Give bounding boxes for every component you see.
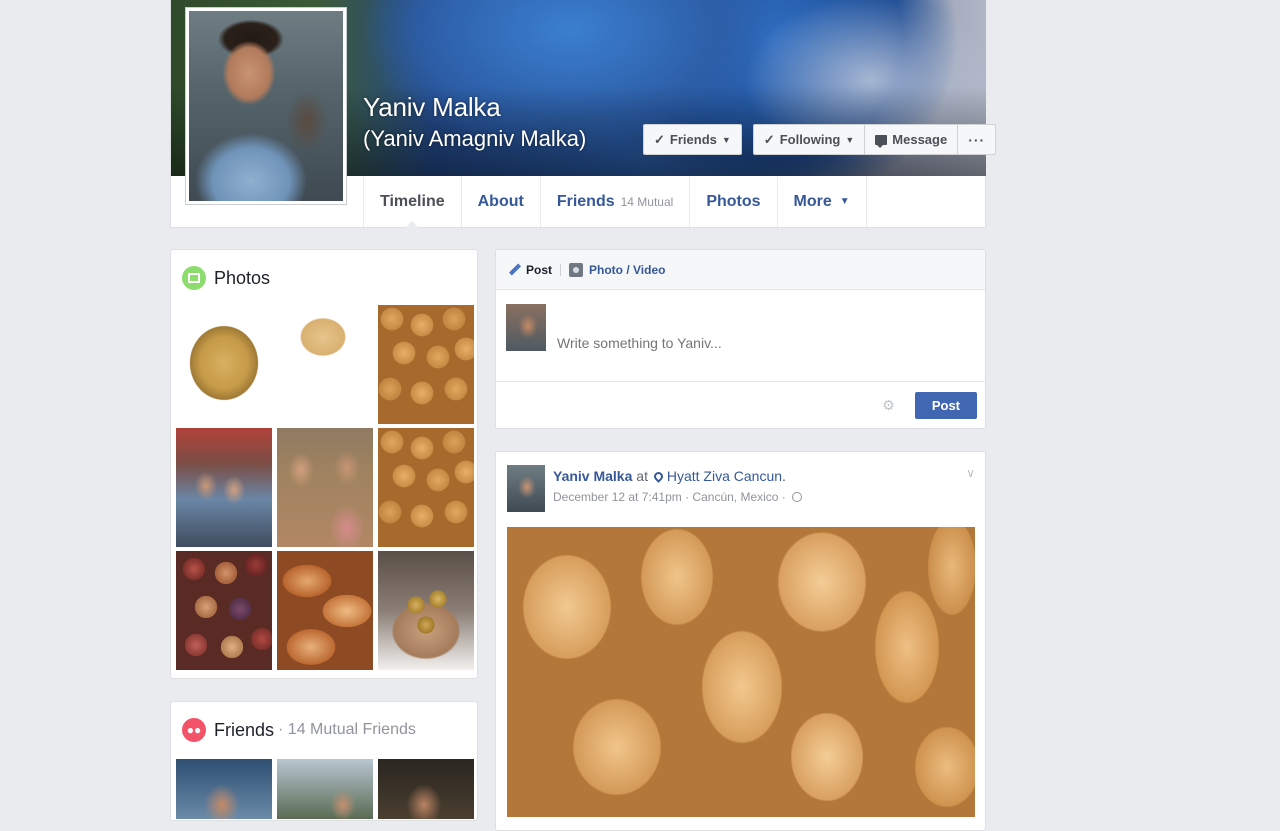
friends-card-title[interactable]: Friends bbox=[214, 720, 274, 741]
friend-thumbnail[interactable] bbox=[176, 759, 272, 819]
post-composer: Post Photo / Video ⚙ Post bbox=[495, 249, 986, 429]
photos-card: Photos bbox=[170, 249, 478, 679]
check-icon: ✓ bbox=[763, 131, 775, 147]
check-icon: ✓ bbox=[654, 131, 665, 147]
friends-button-label: Friends bbox=[669, 132, 717, 147]
composer-tab-photo-video[interactable]: Photo / Video bbox=[569, 262, 666, 277]
more-options-button[interactable]: ··· bbox=[958, 124, 997, 155]
more-dots-icon: ··· bbox=[968, 131, 986, 148]
chevron-down-icon[interactable]: ∨ bbox=[966, 466, 975, 480]
follow-message-group: ✓ Following ▼ Message ··· bbox=[752, 124, 997, 155]
post-button[interactable]: Post bbox=[914, 391, 977, 419]
profile-name-block: Yaniv Malka (Yaniv Amagniv Malka) bbox=[363, 92, 586, 152]
photo-thumbnail[interactable] bbox=[277, 305, 373, 424]
friends-card: ●● Friends · 14 Mutual Friends bbox=[170, 701, 478, 821]
viewer-avatar bbox=[506, 304, 546, 351]
tab-timeline-label: Timeline bbox=[380, 192, 445, 210]
caret-down-icon: ▼ bbox=[845, 134, 855, 145]
photo-thumbnail[interactable] bbox=[277, 551, 373, 670]
post-meta: Yaniv Malka at Hyatt Ziva Cancun. Decemb… bbox=[553, 465, 803, 512]
profile-picture[interactable] bbox=[185, 7, 347, 205]
tab-photos-label: Photos bbox=[706, 192, 761, 210]
tab-timeline[interactable]: Timeline bbox=[363, 176, 461, 228]
photo-thumbnail[interactable] bbox=[277, 428, 373, 547]
profile-picture-image bbox=[189, 11, 343, 201]
profile-name[interactable]: Yaniv Malka bbox=[363, 92, 586, 123]
location-pin-icon bbox=[651, 470, 665, 483]
gear-icon[interactable]: ⚙ bbox=[882, 397, 895, 414]
photo-thumbnail[interactable] bbox=[378, 428, 474, 547]
photo-grid bbox=[176, 305, 474, 670]
tab-about[interactable]: About bbox=[460, 176, 540, 227]
composer-tab-post-label: Post bbox=[526, 262, 553, 277]
composer-tab-post[interactable]: Post bbox=[508, 263, 552, 277]
photo-thumbnail[interactable] bbox=[378, 551, 474, 670]
tab-friends[interactable]: Friends 14 Mutual bbox=[539, 176, 690, 227]
profile-tabs: Timeline About Friends 14 Mutual Photos … bbox=[363, 176, 867, 228]
caret-down-icon: ▼ bbox=[839, 196, 850, 207]
message-icon bbox=[875, 134, 888, 148]
message-button-label: Message bbox=[892, 132, 948, 147]
profile-alternate-name: (Yaniv Amagniv Malka) bbox=[363, 126, 587, 151]
following-button-label: Following bbox=[779, 132, 841, 147]
globe-privacy-icon[interactable] bbox=[792, 492, 803, 502]
feed-post: Yaniv Malka at Hyatt Ziva Cancun. Decemb… bbox=[495, 451, 986, 831]
camera-icon bbox=[569, 262, 584, 277]
message-button[interactable]: Message bbox=[865, 124, 959, 155]
photo-thumbnail[interactable] bbox=[176, 428, 272, 547]
pencil-icon bbox=[508, 264, 520, 276]
profile-header: Yaniv Malka (Yaniv Amagniv Malka) ✓ Frie… bbox=[170, 0, 997, 228]
photos-card-title[interactable]: Photos bbox=[214, 268, 270, 289]
photos-icon bbox=[182, 266, 206, 290]
post-author[interactable]: Yaniv Malka bbox=[553, 468, 632, 484]
caret-down-icon: ▼ bbox=[721, 134, 731, 145]
friends-button[interactable]: ✓ Friends ▼ bbox=[643, 124, 742, 155]
post-header: Yaniv Malka at Hyatt Ziva Cancun. Decemb… bbox=[496, 452, 985, 525]
composer-tabs: Post Photo / Video bbox=[496, 250, 985, 290]
friend-thumbnail[interactable] bbox=[378, 759, 474, 819]
author-avatar[interactable] bbox=[507, 465, 545, 512]
composer-body bbox=[496, 290, 985, 382]
composer-input[interactable] bbox=[557, 304, 975, 367]
photo-thumbnail[interactable] bbox=[176, 305, 272, 424]
post-image[interactable] bbox=[507, 527, 975, 817]
photos-card-header: Photos bbox=[171, 250, 477, 306]
divider bbox=[560, 263, 562, 276]
tab-more[interactable]: More ▼ bbox=[776, 176, 867, 227]
photo-thumbnail[interactable] bbox=[176, 551, 272, 670]
composer-footer: ⚙ Post bbox=[496, 382, 985, 428]
photo-thumbnail[interactable] bbox=[378, 305, 474, 424]
mutual-friends-label: · 14 Mutual Friends bbox=[278, 721, 416, 738]
cover-actions: ✓ Friends ▼ ✓ Following ▼ Message ··· bbox=[643, 124, 997, 155]
composer-tab-photo-label: Photo / Video bbox=[589, 262, 666, 277]
post-at-text: at bbox=[636, 468, 648, 484]
tab-friends-label: Friends bbox=[556, 192, 615, 210]
following-button[interactable]: ✓ Following ▼ bbox=[752, 124, 866, 155]
mutual-friends-count: 14 Mutual bbox=[620, 194, 674, 209]
post-timestamp[interactable]: December 12 at 7:41pm bbox=[553, 490, 682, 504]
friend-grid bbox=[176, 759, 474, 819]
friend-thumbnail[interactable] bbox=[277, 759, 373, 819]
friends-card-header: ●● Friends · 14 Mutual Friends bbox=[171, 702, 477, 758]
tab-photos[interactable]: Photos bbox=[689, 176, 776, 227]
tab-about-label: About bbox=[477, 192, 524, 210]
post-place[interactable]: Hyatt Ziva Cancun. bbox=[667, 468, 786, 484]
tab-more-label: More bbox=[793, 192, 832, 210]
post-location[interactable]: · Cancún, Mexico · bbox=[685, 490, 786, 504]
friends-icon: ●● bbox=[182, 718, 206, 742]
